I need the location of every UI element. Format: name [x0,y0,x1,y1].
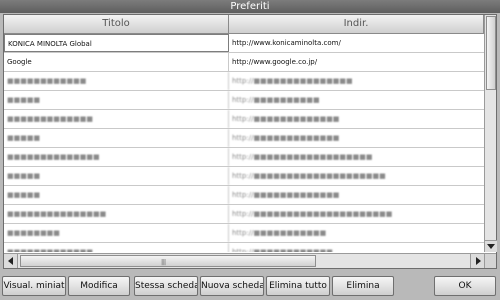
row-url-cell: http://■■■■■■■■■■■■■■■■■■■■■ [232,210,393,218]
open-new-tab-button[interactable]: Nuova scheda [200,276,264,296]
horizontal-scrollbar[interactable]: |||| [4,253,484,268]
column-header-title[interactable]: Titolo [4,15,229,33]
row-title-cell: ■■■■■ [4,129,229,147]
row-url-cell: http://■■■■■■■■■■■■■■■■■■■■ [232,172,386,180]
table-row[interactable]: ■■■■■■■■■■■■ http://■■■■■■■■■■■■■■■ [4,72,484,91]
row-url-cell: http://www.konicaminolta.com/ [232,39,341,47]
table-row[interactable]: ■■■■■■■■■■■■■ http://■■■■■■■■■■■■■ [4,110,484,129]
ok-button[interactable]: OK [434,276,496,296]
table-row[interactable]: KONICA MINOLTA Global http://www.konicami… [4,34,484,53]
horizontal-scroll-thumb[interactable]: |||| [20,255,316,267]
row-url-cell: http://■■■■■■■■■■■■■ [232,115,340,123]
table-row[interactable]: ■■■■■■■■■■■■■■ http://■■■■■■■■■■■■■■■■■■ [4,148,484,167]
row-title-cell: Google [4,53,229,71]
row-title-cell: ■■■■■■■■■■■■■ [4,243,229,252]
row-url-cell: http://www.google.co.jp/ [232,58,318,66]
bottom-toolbar: Visual. miniat Modifica Stessa scheda Nu… [0,276,500,296]
delete-all-button[interactable]: Elimina tutto [266,276,330,296]
table-row[interactable]: ■■■■■■■■■■■■■ http://■■■■■■■■■■■■ [4,243,484,252]
table-row[interactable]: ■■■■■■■■■■■■■■■ http://■■■■■■■■■■■■■■■■■■… [4,205,484,224]
row-title-cell: ■■■■■■■■■■■■■■■ [4,205,229,223]
thumbnail-view-button[interactable]: Visual. miniat [2,276,66,296]
row-title-cell: ■■■■■ [4,186,229,204]
vertical-scrollbar[interactable] [484,15,497,252]
table-row[interactable]: ■■■■■■■■ http://■■■■■■■■■■■ [4,224,484,243]
table-row[interactable]: ■■■■■ http://■■■■■■■■■■■■■ [4,186,484,205]
column-header-url[interactable]: Indir. [229,15,484,33]
favorites-table: Titolo Indir. KONICA MINOLTA Global http:… [3,14,497,269]
row-url-cell: http://■■■■■■■■■■■ [232,229,327,237]
row-title-cell: ■■■■■■■■■■■■■ [4,110,229,128]
row-url-cell: http://■■■■■■■■■■ [232,96,320,104]
table-row[interactable]: ■■■■■ http://■■■■■■■■■■■■■■■■■■■■ [4,167,484,186]
row-title-cell: ■■■■■■■■■■■■■■ [4,148,229,166]
open-same-tab-button[interactable]: Stessa scheda [134,276,198,296]
row-url-cell: http://■■■■■■■■■■■■ [232,248,333,252]
vertical-scroll-thumb[interactable] [486,16,496,90]
table-row[interactable]: ■■■■■ http://■■■■■■■■■■ [4,91,484,110]
scroll-right-arrow-icon[interactable] [470,254,484,268]
table-row[interactable]: ■■■■■ http://■■■■■■■■■■■■■ [4,129,484,148]
scrollbar-corner [484,253,496,268]
row-title-cell: ■■■■■ [4,167,229,185]
scroll-down-arrow-icon[interactable] [485,240,497,252]
row-url-cell: http://■■■■■■■■■■■■■ [232,191,340,199]
scroll-left-arrow-icon[interactable] [4,254,18,268]
row-url-cell: http://■■■■■■■■■■■■■■■ [232,77,353,85]
row-title-cell: ■■■■■■■■ [4,224,229,242]
edit-button[interactable]: Modifica [68,276,130,296]
table-row[interactable]: Google http://www.google.co.jp/ [4,53,484,72]
row-title-cell: ■■■■■ [4,91,229,109]
table-header: Titolo Indir. [4,15,484,34]
grip-icon: |||| [161,259,166,266]
row-url-cell: http://■■■■■■■■■■■■■ [232,134,340,142]
table-body: KONICA MINOLTA Global http://www.konicami… [4,34,484,252]
delete-button[interactable]: Elimina [332,276,394,296]
row-title-cell: ■■■■■■■■■■■■ [4,72,229,90]
window-title: Preferiti [0,0,500,13]
row-url-cell: http://■■■■■■■■■■■■■■■■■■ [232,153,373,161]
row-title-cell: KONICA MINOLTA Global [4,34,229,52]
